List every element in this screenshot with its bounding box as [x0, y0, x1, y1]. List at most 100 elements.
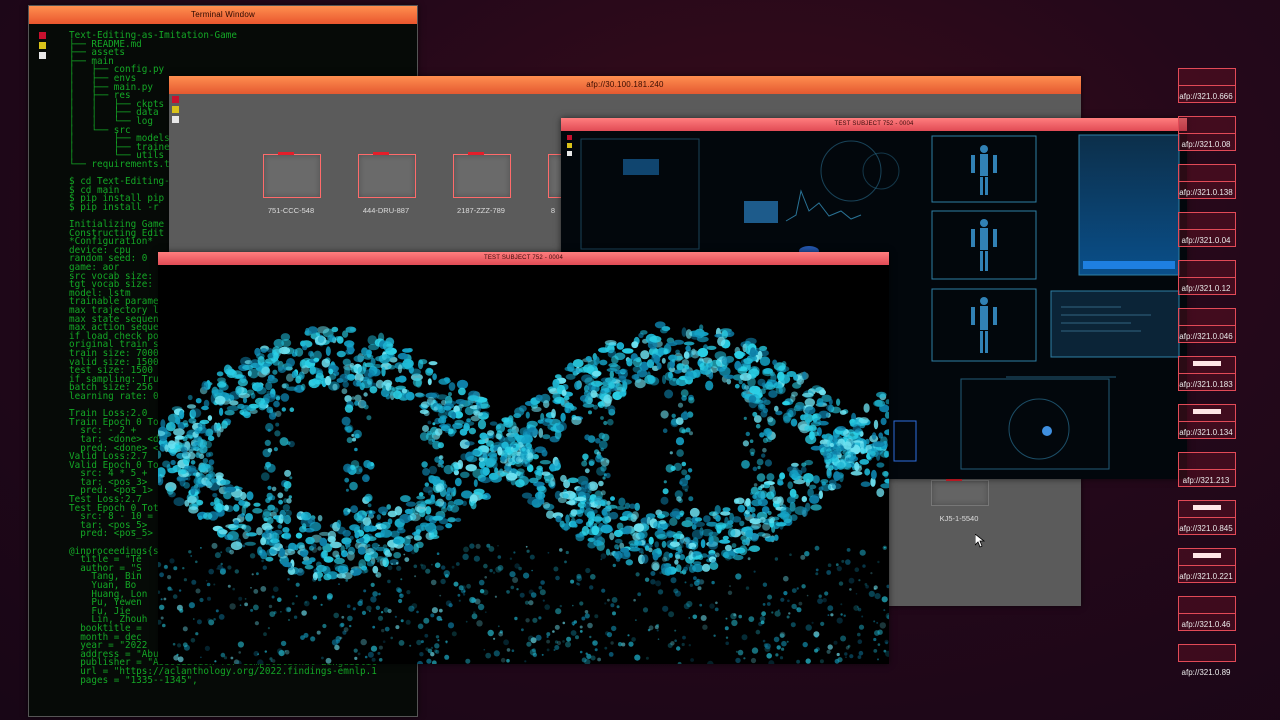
folder-label[interactable]: afp://321.0.134 [1164, 428, 1248, 437]
folder-label[interactable]: afp://321.0.04 [1164, 236, 1248, 245]
dna-particle [500, 657, 506, 663]
dna-particle [468, 395, 480, 401]
dna-particle [265, 423, 274, 432]
folder-label[interactable]: afp://321.0.12 [1164, 284, 1248, 293]
folder-icon[interactable] [1178, 164, 1236, 182]
dna-particle [734, 383, 740, 389]
maximize-button[interactable] [39, 52, 46, 59]
folder-icon[interactable] [358, 152, 416, 198]
maximize-button[interactable] [172, 116, 179, 123]
dna-particle [370, 645, 378, 652]
test-subject-window-dna[interactable]: TEST SUBJECT 752 - 0004 [158, 252, 889, 664]
afp-title[interactable]: afp://30.100.181.240 [169, 76, 1081, 94]
dna-particle [444, 654, 450, 660]
dna-particle [338, 583, 340, 585]
folder-icon[interactable] [453, 152, 511, 198]
dna-particle [164, 444, 169, 453]
dna-particle [583, 390, 591, 397]
folder-label[interactable]: afp://321.213 [1164, 476, 1248, 485]
dna-particle [607, 405, 616, 414]
dna-particle [854, 567, 860, 572]
dna-particle [604, 405, 608, 409]
dna-particle [844, 652, 848, 656]
folder-label[interactable]: afp://321.0.138 [1164, 188, 1248, 197]
folder-icon[interactable] [263, 152, 321, 198]
folder-label[interactable]: 444-DRU-887 [346, 206, 426, 215]
dna-particle [755, 629, 761, 635]
terminal-title[interactable]: Terminal Window [29, 6, 417, 24]
folder-icon[interactable] [1178, 548, 1236, 566]
dna-particle [162, 623, 166, 628]
dna-particle [283, 548, 296, 556]
folder-icon[interactable] [1178, 212, 1236, 230]
dna-particle [325, 346, 331, 357]
folder-label[interactable]: afp://321.0.08 [1164, 140, 1248, 149]
dna-particle [310, 543, 317, 549]
dna-particle [662, 605, 669, 612]
folder-label[interactable]: afp://321.0.666 [1164, 92, 1248, 101]
dna-particle [267, 448, 273, 453]
dna-particle [585, 356, 592, 362]
dna-particle [795, 405, 805, 412]
folder-icon[interactable] [1178, 308, 1236, 326]
folder-icon[interactable] [1178, 356, 1236, 374]
dna-particle [319, 537, 328, 547]
dna-particle [581, 657, 587, 663]
folder-icon[interactable] [1178, 68, 1236, 86]
folder-icon[interactable] [1178, 116, 1236, 134]
dna-particle [759, 345, 768, 351]
minimize-button[interactable] [39, 42, 46, 49]
dna-particle [305, 536, 315, 545]
dna-particle [697, 347, 709, 358]
dna-particle [595, 438, 601, 444]
dna-particle [380, 521, 391, 530]
dna-particle [662, 428, 668, 433]
dna-particle [627, 634, 630, 637]
folder-label[interactable]: afp://321.0.89 [1164, 668, 1248, 677]
dna-particle [570, 579, 575, 584]
dna-particle [349, 524, 360, 531]
folder-icon[interactable] [1178, 452, 1236, 470]
folder-icon[interactable] [1178, 596, 1236, 614]
dna-particle [375, 379, 384, 389]
dna-particle [818, 410, 830, 419]
dna-particle [824, 591, 829, 596]
folder-label[interactable]: afp://321.0.845 [1164, 524, 1248, 533]
dna-particle [805, 658, 811, 664]
folder-icon[interactable] [1178, 644, 1236, 662]
close-button[interactable] [39, 32, 46, 39]
dna-particle [160, 598, 163, 601]
folder-icon[interactable] [1178, 404, 1236, 422]
dna-particle [366, 560, 375, 567]
dna-particle [540, 580, 545, 585]
subject-title[interactable]: TEST SUBJECT 752 - 0004 [158, 252, 889, 265]
dna-particle [250, 608, 254, 612]
dna-particle [194, 427, 201, 435]
dna-particle [350, 505, 358, 513]
folder-label[interactable]: 751-CCC-548 [251, 206, 331, 215]
dna-particle [767, 510, 772, 516]
folder-label[interactable]: afp://321.0.183 [1164, 380, 1248, 389]
dna-particle [214, 660, 217, 663]
dna-particle [653, 355, 661, 364]
dna-particle [366, 536, 377, 542]
folder-label[interactable]: afp://321.0.46 [1164, 620, 1248, 629]
folder-label[interactable]: 2187-ZZZ-789 [441, 206, 521, 215]
dna-particle [660, 327, 668, 334]
dna-particle [378, 645, 383, 650]
folder-icon[interactable] [1178, 260, 1236, 278]
dna-particle [612, 563, 616, 568]
folder-label[interactable]: afp://321.0.046 [1164, 332, 1248, 341]
dna-particle [609, 532, 615, 541]
dna-particle [856, 606, 859, 608]
dna-particle [506, 658, 510, 663]
folder-icon[interactable] [1178, 500, 1236, 518]
folder-label[interactable]: afp://321.0.221 [1164, 572, 1248, 581]
folder-icon[interactable] [931, 478, 989, 506]
folder-label[interactable]: KJ5-1-5540 [919, 514, 999, 523]
dna-particle [317, 515, 323, 522]
minimize-button[interactable] [172, 106, 179, 113]
dna-particle [521, 492, 533, 499]
subject-title[interactable]: TEST SUBJECT 752 - 0004 [561, 118, 1187, 131]
close-button[interactable] [172, 96, 179, 103]
